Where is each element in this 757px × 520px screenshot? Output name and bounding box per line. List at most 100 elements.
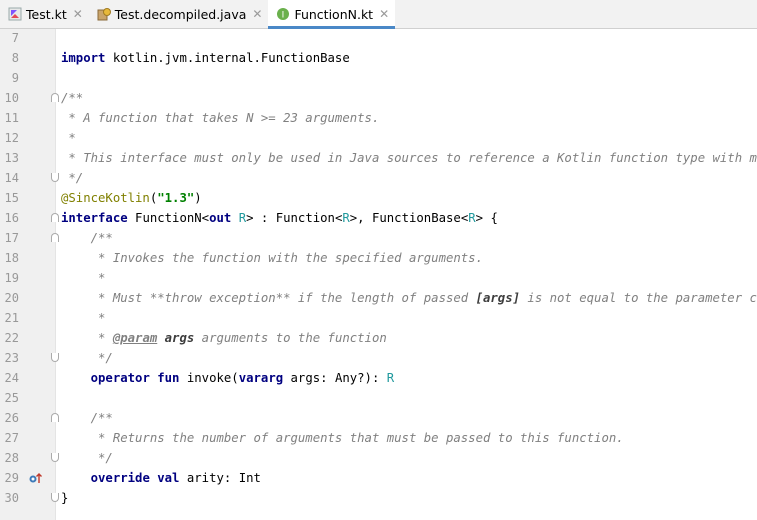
fold-end-icon[interactable] <box>51 173 59 182</box>
code-text: * Returns the number of arguments that m… <box>61 428 624 448</box>
code-line: 10 /** <box>0 88 757 108</box>
code-line: 26 /** <box>0 408 757 428</box>
code-token: * <box>61 311 106 325</box>
code-token: arguments to the function <box>194 331 387 345</box>
line-number: 30 <box>4 491 19 505</box>
fold-start-icon[interactable] <box>51 213 59 222</box>
code-token: is not equal to the parameter count r <box>527 291 757 305</box>
fold-start-icon[interactable] <box>51 233 59 242</box>
code-line: 14 */ <box>0 168 757 188</box>
code-text: /** <box>61 408 113 428</box>
code-text: */ <box>61 448 113 468</box>
code-token: FunctionN< <box>127 211 210 225</box>
code-token: override val <box>90 471 180 485</box>
code-line: 17 /** <box>0 228 757 248</box>
code-text: * Must **throw exception** if the length… <box>61 288 757 308</box>
fold-end-icon[interactable] <box>51 353 59 362</box>
code-text: operator fun invoke(vararg args: Any?): … <box>61 368 395 388</box>
code-token: * <box>61 331 113 345</box>
code-line: 18 * Invokes the function with the speci… <box>0 248 757 268</box>
tab-functionn-kt[interactable]: I FunctionN.kt ✕ <box>268 0 396 29</box>
code-token: * A function that takes N >= 23 argument… <box>61 111 380 125</box>
code-token: invoke( <box>179 371 239 385</box>
kotlin-interface-icon: I <box>276 7 290 21</box>
code-token: R <box>468 211 476 225</box>
code-token: R <box>386 371 395 385</box>
code-line: 19 * <box>0 268 757 288</box>
code-line: 20 * Must **throw exception** if the len… <box>0 288 757 308</box>
kotlin-file-icon <box>8 7 22 21</box>
line-number: 16 <box>4 211 19 225</box>
close-icon[interactable]: ✕ <box>379 7 389 21</box>
code-token: interface <box>61 211 128 225</box>
code-token: * This interface must only be used in Ja… <box>61 151 757 165</box>
tab-test-decompiled-java[interactable]: Test.decompiled.java ✕ <box>89 0 269 28</box>
svg-text:I: I <box>282 11 285 21</box>
code-token: > { <box>475 211 498 225</box>
code-text: /** <box>61 228 113 248</box>
code-text: * Invokes the function with the specifie… <box>61 248 483 268</box>
code-token: kotlin.jvm.internal.FunctionBase <box>105 51 350 65</box>
code-text: * <box>61 268 105 288</box>
code-text: */ <box>61 348 113 368</box>
fold-end-icon[interactable] <box>51 453 59 462</box>
code-token: R <box>342 211 350 225</box>
code-token: * <box>61 271 106 285</box>
line-number: 10 <box>4 91 19 105</box>
line-number: 11 <box>4 111 19 125</box>
line-number: 12 <box>4 131 19 145</box>
code-editor[interactable]: 6package kotlin.jvm.functions78import ko… <box>0 29 757 520</box>
code-token: vararg <box>238 371 284 385</box>
line-number: 23 <box>4 351 19 365</box>
close-icon[interactable]: ✕ <box>252 7 262 21</box>
code-token: * Invokes the function with the specifie… <box>61 251 483 265</box>
code-text: override val arity: Int <box>61 468 261 488</box>
line-number: 7 <box>11 31 19 45</box>
fold-start-icon[interactable] <box>51 93 59 102</box>
line-number: 19 <box>4 271 19 285</box>
code-token: */ <box>61 451 113 465</box>
fold-start-icon[interactable] <box>51 413 59 422</box>
code-token: * Must **throw exception** if the length… <box>61 291 476 305</box>
line-number: 20 <box>4 291 19 305</box>
editor-tab-bar: Test.kt ✕ Test.decompiled.java ✕ I FunctionN.… <box>0 0 757 29</box>
code-token: /** <box>61 411 113 425</box>
line-number: 24 <box>4 371 19 385</box>
code-token: /** <box>61 91 84 105</box>
tab-label: FunctionN.kt <box>294 6 374 22</box>
code-token: */ <box>61 351 113 365</box>
code-token: "1.3" <box>157 191 195 205</box>
fold-end-icon[interactable] <box>51 493 59 502</box>
code-token: args: Any?): <box>283 371 387 385</box>
code-token: @param <box>112 331 158 345</box>
line-number: 17 <box>4 231 19 245</box>
code-text: * <box>61 308 105 328</box>
code-line: 13 * This interface must only be used in… <box>0 148 757 168</box>
tab-test-kt[interactable]: Test.kt ✕ <box>0 0 89 28</box>
code-token: */ <box>61 171 84 185</box>
line-number: 9 <box>11 71 19 85</box>
code-token: args <box>164 331 195 345</box>
code-text: * <box>61 128 75 148</box>
code-text: /** <box>61 88 83 108</box>
code-text: interface FunctionN<out R> : Function<R>… <box>61 208 498 228</box>
code-line: 7 <box>0 29 757 48</box>
code-line: 22 * @param args arguments to the functi… <box>0 328 757 348</box>
code-lines: 6package kotlin.jvm.functions78import ko… <box>0 29 757 508</box>
line-number: 26 <box>4 411 19 425</box>
overrides-method-icon[interactable] <box>28 471 42 485</box>
code-token: arity: Int <box>179 471 261 485</box>
line-number: 22 <box>4 331 19 345</box>
line-number: 25 <box>4 391 19 405</box>
line-number: 27 <box>4 431 19 445</box>
code-line: 9 <box>0 68 757 88</box>
code-token: * Returns the number of arguments that m… <box>61 431 624 445</box>
close-icon[interactable]: ✕ <box>73 7 83 21</box>
code-line: 30} <box>0 488 757 508</box>
tab-label: Test.kt <box>26 6 67 22</box>
code-line: 16 interface FunctionN<out R> : Function<… <box>0 208 757 228</box>
java-class-icon <box>97 7 111 21</box>
